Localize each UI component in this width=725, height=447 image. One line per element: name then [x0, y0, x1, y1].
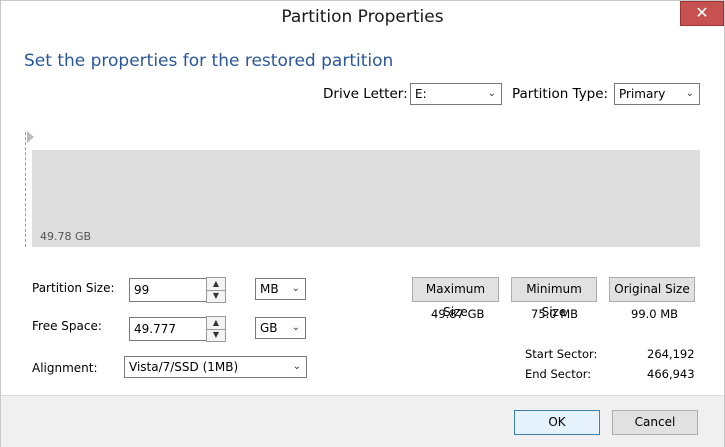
resize-handle-icon[interactable] — [27, 131, 34, 143]
original-size-button[interactable]: Original Size — [609, 277, 695, 302]
ok-button[interactable]: OK — [514, 410, 600, 435]
chevron-down-icon[interactable]: ▼ — [207, 290, 225, 302]
maximum-size-button[interactable]: Maximum Size — [412, 277, 499, 319]
partition-size-unit: MB — [260, 282, 279, 296]
free-space-label: Free Space: — [32, 319, 102, 333]
end-sector-value: 466,943 — [647, 367, 695, 381]
title-bar: Partition Properties ✕ — [1, 1, 724, 33]
alignment-select[interactable]: Vista/7/SSD (1MB) ⌄ — [124, 356, 307, 378]
partition-type-value: Primary — [619, 87, 666, 101]
partition-type-select[interactable]: Primary ⌄ — [614, 83, 700, 105]
dialog-footer: OK Cancel — [1, 395, 724, 447]
close-button[interactable]: ✕ — [680, 1, 724, 26]
chevron-down-icon[interactable]: ▼ — [207, 329, 225, 341]
partition-type-label: Partition Type: — [512, 86, 609, 102]
maximum-size-value: 49.87 GB — [431, 307, 485, 321]
original-size-value: 99.0 MB — [631, 307, 679, 321]
end-sector-label: End Sector: — [525, 367, 592, 381]
alignment-label: Alignment: — [32, 361, 98, 375]
partition-size-unit-select[interactable]: MB ⌄ — [255, 278, 306, 300]
partition-size-label: Partition Size: — [32, 281, 115, 295]
chevron-down-icon: ⌄ — [291, 283, 300, 294]
chevron-down-icon: ⌄ — [292, 361, 301, 372]
page-heading: Set the properties for the restored part… — [24, 51, 394, 71]
cancel-button[interactable]: Cancel — [612, 410, 698, 435]
minimum-size-value: 75.0 MB — [531, 307, 579, 321]
start-sector-value: 264,192 — [647, 347, 695, 361]
window-title: Partition Properties — [281, 7, 444, 27]
drive-letter-value: E: — [415, 87, 427, 101]
chevron-down-icon: ⌄ — [291, 322, 300, 333]
free-space-unit-select[interactable]: GB ⌄ — [255, 317, 306, 339]
partition-map[interactable]: 49.78 GB — [32, 150, 700, 247]
free-space-input[interactable]: 49.777 — [129, 317, 207, 341]
partition-properties-window: Partition Properties ✕ Set the propertie… — [0, 0, 725, 447]
start-sector-label: Start Sector: — [525, 347, 598, 361]
drive-letter-label: Drive Letter: — [323, 86, 408, 102]
chevron-down-icon: ⌄ — [487, 88, 496, 99]
partition-start-guide — [25, 132, 26, 247]
drive-letter-select[interactable]: E: ⌄ — [410, 83, 502, 105]
free-space-stepper[interactable]: ▲ ▼ — [206, 316, 226, 342]
partition-map-size: 49.78 GB — [40, 230, 92, 243]
minimum-size-button[interactable]: Minimum Size — [511, 277, 597, 319]
close-icon: ✕ — [695, 3, 709, 22]
chevron-down-icon: ⌄ — [685, 88, 694, 99]
alignment-value: Vista/7/SSD (1MB) — [129, 360, 239, 374]
partition-size-input[interactable]: 99 — [129, 278, 207, 302]
partition-size-stepper[interactable]: ▲ ▼ — [206, 277, 226, 303]
free-space-unit: GB — [260, 321, 278, 335]
